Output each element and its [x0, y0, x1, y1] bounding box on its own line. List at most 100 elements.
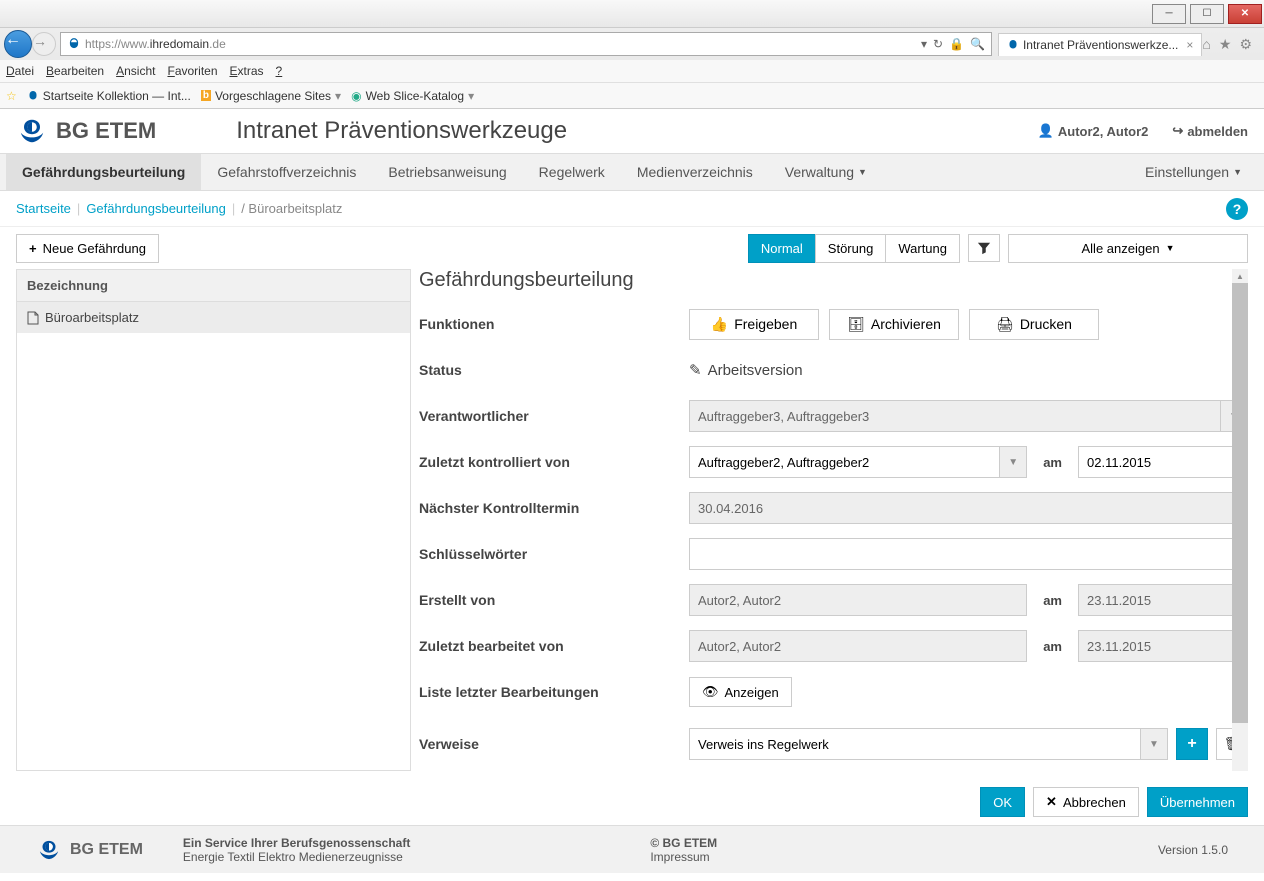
- search-icon[interactable]: 🔍: [970, 37, 985, 51]
- footer-version: Version 1.5.0: [1138, 843, 1248, 857]
- favorites-add-icon[interactable]: ☆: [6, 89, 17, 103]
- breadcrumb-home[interactable]: Startseite: [16, 201, 71, 216]
- label-bearbeitet: Zuletzt bearbeitet von: [419, 638, 689, 654]
- mode-stoerung[interactable]: Störung: [815, 234, 887, 263]
- nav-einstellungen[interactable]: Einstellungen ▼: [1129, 154, 1258, 190]
- label-status: Status: [419, 362, 689, 378]
- footer-legal: © BG ETEM Impressum: [630, 836, 737, 864]
- caret-down-icon[interactable]: ▼: [999, 446, 1027, 478]
- form-title: Gefährdungsbeurteilung: [419, 269, 1248, 292]
- add-reference-button[interactable]: +: [1176, 728, 1208, 760]
- bearbeitet-von-input: [689, 630, 1027, 662]
- filter-icon: [977, 241, 991, 255]
- url-controls: ▾ ↻ 🔒 🔍: [921, 37, 985, 51]
- help-icon[interactable]: ?: [1226, 198, 1248, 220]
- menu-ansicht[interactable]: Ansicht: [116, 64, 155, 78]
- url-text: https://www.ihredomain.de: [85, 37, 921, 51]
- archivieren-button[interactable]: 🗄Archivieren: [829, 309, 959, 340]
- favorites-icon[interactable]: ★: [1219, 36, 1232, 53]
- bookmark-start[interactable]: Startseite Kollektion — Int...: [27, 89, 191, 103]
- bing-icon: b: [201, 90, 211, 101]
- bookmark-webslice[interactable]: ◉ Web Slice-Katalog ▾: [351, 89, 474, 103]
- am-label: am: [1035, 593, 1070, 608]
- nav-regelwerk[interactable]: Regelwerk: [523, 154, 621, 190]
- window-close-button[interactable]: ✕: [1228, 4, 1262, 24]
- window-minimize-button[interactable]: ─: [1152, 4, 1186, 24]
- show-all-button[interactable]: Alle anzeigen ▼: [1008, 234, 1248, 263]
- verweis-select[interactable]: ▼: [689, 728, 1168, 760]
- drucken-button[interactable]: 🖨Drucken: [969, 309, 1099, 340]
- caret-down-icon: ▼: [858, 167, 867, 177]
- scrollbar[interactable]: ▲: [1232, 269, 1248, 771]
- nav-gefaehrdung[interactable]: Gefährdungsbeurteilung: [6, 154, 201, 190]
- toolbar: + Neue Gefährdung Normal Störung Wartung…: [0, 227, 1264, 269]
- scroll-thumb[interactable]: [1232, 283, 1248, 723]
- browser-forward-button[interactable]: →: [32, 32, 56, 56]
- label-verantwortlicher: Verantwortlicher: [419, 408, 689, 424]
- verantwortlicher-select[interactable]: ▼: [689, 400, 1248, 432]
- user-icon: 👤: [1038, 123, 1054, 139]
- mode-normal[interactable]: Normal: [748, 234, 816, 263]
- cancel-button[interactable]: ✕ Abbrechen: [1033, 787, 1139, 817]
- menu-help[interactable]: ?: [276, 64, 283, 78]
- workspace: Bezeichnung Büroarbeitsplatz Gefährdungs…: [0, 269, 1264, 779]
- tools-icon[interactable]: ⚙: [1239, 36, 1252, 53]
- window-maximize-button[interactable]: ☐: [1190, 4, 1224, 24]
- kontrolliert-date[interactable]: 📅: [1078, 446, 1248, 478]
- caret-down-icon[interactable]: ▼: [1140, 728, 1168, 760]
- kontrolliert-date-input[interactable]: [1078, 446, 1248, 478]
- menu-datei[interactable]: Datei: [6, 64, 34, 78]
- tab-title: Intranet Präventionswerkze...: [1023, 38, 1178, 52]
- nav-gefahrstoff[interactable]: Gefahrstoffverzeichnis: [201, 154, 372, 190]
- logo-icon: [36, 839, 62, 861]
- close-icon: ✕: [1046, 794, 1057, 810]
- new-hazard-button[interactable]: + Neue Gefährdung: [16, 234, 159, 263]
- kontrolliert-input[interactable]: [689, 446, 999, 478]
- menu-extras[interactable]: Extras: [230, 64, 264, 78]
- scroll-up-icon[interactable]: ▲: [1232, 269, 1248, 283]
- caret-down-icon: ▼: [1233, 167, 1242, 177]
- tab-strip: Intranet Präventionswerkze... ×: [996, 30, 1202, 58]
- form-panel: Gefährdungsbeurteilung Funktionen 👍Freig…: [419, 269, 1248, 771]
- anzeigen-button[interactable]: 👁 Anzeigen: [689, 677, 792, 707]
- verantwortlicher-input[interactable]: [689, 400, 1220, 432]
- user-display: 👤 Autor2, Autor2: [1038, 123, 1149, 139]
- refresh-icon[interactable]: ↻: [933, 37, 943, 51]
- filter-button[interactable]: [968, 234, 1000, 262]
- impressum-link[interactable]: Impressum: [650, 850, 717, 864]
- browser-url-bar[interactable]: https://www.ihredomain.de ▾ ↻ 🔒 🔍: [60, 32, 992, 56]
- nav-betriebsanweisung[interactable]: Betriebsanweisung: [372, 154, 522, 190]
- ok-button[interactable]: OK: [980, 787, 1025, 817]
- caret-down-icon: ▼: [1166, 243, 1175, 253]
- bookmark-suggested[interactable]: b Vorgeschlagene Sites ▾: [201, 89, 341, 103]
- nav-verwaltung[interactable]: Verwaltung ▼: [769, 154, 883, 190]
- breadcrumb-section[interactable]: Gefährdungsbeurteilung: [86, 201, 226, 216]
- home-icon[interactable]: ⌂: [1202, 36, 1210, 53]
- browser-tab[interactable]: Intranet Präventionswerkze... ×: [998, 33, 1202, 56]
- nav-medien[interactable]: Medienverzeichnis: [621, 154, 769, 190]
- schluessel-input[interactable]: [689, 538, 1248, 570]
- kontrolliert-select[interactable]: ▼: [689, 446, 1027, 478]
- breadcrumb: Startseite | Gefährdungsbeurteilung | / …: [0, 191, 1264, 227]
- browser-back-button[interactable]: ←: [4, 30, 32, 58]
- brand-logo: BG ETEM: [16, 117, 156, 145]
- app-root: BG ETEM Intranet Präventionswerkzeuge 👤 …: [0, 109, 1264, 873]
- footer-logo: BG ETEM: [16, 839, 163, 861]
- apply-button[interactable]: Übernehmen: [1147, 787, 1248, 817]
- mode-wartung[interactable]: Wartung: [885, 234, 960, 263]
- verweis-input[interactable]: [689, 728, 1140, 760]
- thumbs-up-icon: 👍: [711, 316, 728, 333]
- tab-close-icon[interactable]: ×: [1186, 38, 1193, 52]
- window-titlebar: ─ ☐ ✕: [0, 0, 1264, 28]
- bearbeitet-am-input: [1078, 630, 1248, 662]
- freigeben-button[interactable]: 👍Freigeben: [689, 309, 819, 340]
- bookmarks-bar: ☆ Startseite Kollektion — Int... b Vorge…: [0, 82, 1264, 108]
- dropdown-icon[interactable]: ▾: [921, 37, 927, 51]
- menu-bearbeiten[interactable]: Bearbeiten: [46, 64, 104, 78]
- plus-icon: +: [1187, 735, 1196, 753]
- webslice-icon: ◉: [351, 89, 361, 103]
- menu-favoriten[interactable]: Favoriten: [167, 64, 217, 78]
- logout-link[interactable]: ↪ abmelden: [1172, 123, 1248, 139]
- sidebar-item[interactable]: Büroarbeitsplatz: [17, 302, 410, 333]
- label-liste: Liste letzter Bearbeitungen: [419, 684, 689, 700]
